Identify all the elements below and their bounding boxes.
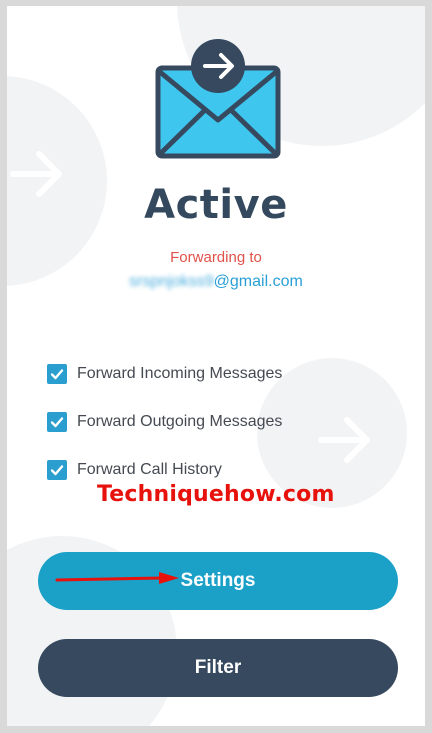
checkbox-outgoing[interactable] [47,412,67,432]
option-forward-outgoing[interactable]: Forward Outgoing Messages [47,412,282,432]
checkbox-incoming[interactable] [47,364,67,384]
option-label: Forward Outgoing Messages [77,413,283,430]
option-forward-incoming[interactable]: Forward Incoming Messages [47,364,282,384]
app-screen: Active Forwarding to srspnjokss9@gmail.c… [7,6,425,726]
watermark-text: Techniquehow.com [97,482,335,507]
checkmark-icon [50,417,64,428]
filter-button[interactable]: Filter [38,639,398,697]
option-label: Forward Incoming Messages [77,365,283,382]
settings-button-label: Settings [180,570,256,591]
annotation-arrow [55,572,179,584]
checkmark-icon [50,369,64,380]
forwarding-label: Forwarding to [170,249,262,266]
bg-arrow-right-icon [318,417,370,463]
checkmark-icon [50,465,64,476]
envelope-icon [155,39,281,159]
status-title: Active [144,182,288,228]
filter-button-label: Filter [194,657,242,678]
checkbox-call-history[interactable] [47,460,67,480]
forwarding-email: srspnjokss9@gmail.com [7,273,425,291]
email-domain: @gmail.com [213,273,303,290]
option-forward-call-history[interactable]: Forward Call History [47,460,222,480]
option-label: Forward Call History [77,461,222,478]
email-redacted-part: srspnjokss9 [129,273,214,290]
